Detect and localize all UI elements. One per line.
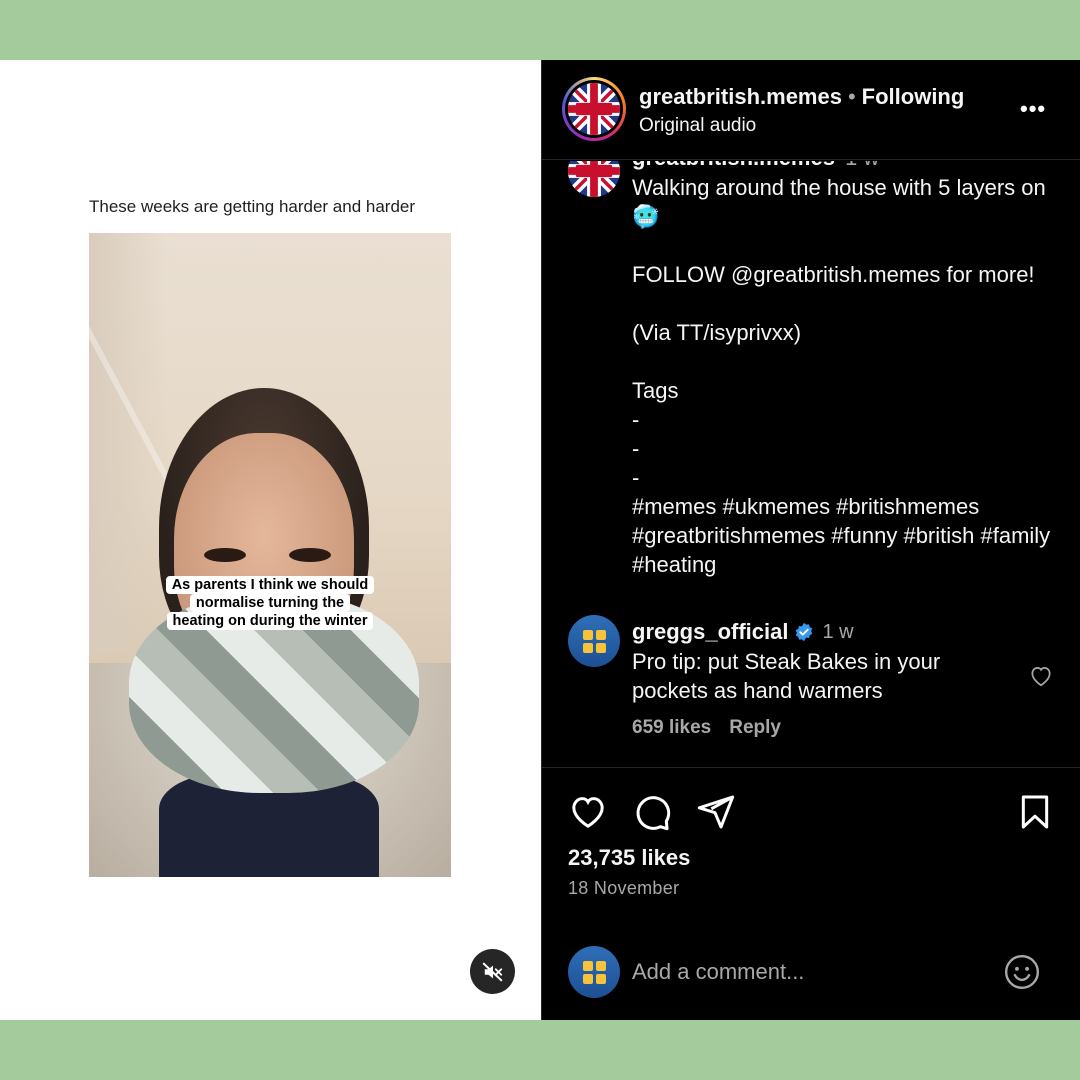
post-header: greatbritish.memes • Following Original au…	[542, 60, 1080, 160]
more-options-button[interactable]: •••	[1020, 96, 1050, 121]
profile-avatar[interactable]	[562, 77, 626, 141]
share-icon[interactable]	[696, 792, 736, 832]
header-separator: •	[847, 84, 856, 109]
comment-reply-button[interactable]: Reply	[729, 717, 781, 738]
video-text-line: As parents I think we should	[165, 576, 375, 594]
post-actions: 23,735 likes 18 November	[542, 767, 1080, 907]
post-date: 18 November	[568, 878, 680, 898]
comment-username-line: greggs_official 1 w	[632, 619, 854, 645]
mute-button[interactable]	[470, 949, 515, 994]
current-user-avatar	[568, 946, 620, 998]
header-username-line: greatbritish.memes • Following	[639, 84, 964, 110]
audio-label[interactable]: Original audio	[639, 115, 756, 137]
video-player[interactable]: As parents I think we should normalise t…	[89, 233, 451, 877]
add-comment-bar	[542, 927, 1080, 1020]
caption-username[interactable]: greatbritish.memes	[632, 161, 835, 170]
caption-username-line: greatbritish.memes 1 w	[632, 161, 879, 171]
heart-icon[interactable]	[568, 792, 608, 832]
caption-avatar[interactable]	[568, 161, 620, 197]
video-text-overlay: As parents I think we should normalise t…	[125, 576, 415, 630]
bookmark-icon[interactable]	[1015, 792, 1055, 832]
comment-likes[interactable]: 659 likes	[632, 717, 711, 738]
instagram-post-panel: greatbritish.memes • Following Original au…	[541, 60, 1080, 1020]
comment-icon[interactable]	[632, 792, 672, 832]
post-like-count[interactable]: 23,735 likes	[568, 845, 690, 871]
screenshot-frame: These weeks are getting harder and harde…	[0, 60, 1080, 1020]
comment-meta: 659 likes Reply	[632, 717, 781, 739]
left-post-panel: These weeks are getting harder and harde…	[0, 60, 541, 1020]
commenter-avatar[interactable]	[568, 615, 620, 667]
following-button[interactable]: Following	[862, 84, 965, 109]
verified-badge-icon	[796, 622, 813, 642]
video-person-eye	[204, 548, 246, 562]
post-caption-text: These weeks are getting harder and harde…	[89, 197, 416, 216]
video-text-line: heating on during the winter	[166, 612, 374, 630]
comment-time: 1 w	[822, 620, 854, 643]
video-person-eye	[289, 548, 331, 562]
comment-like-heart-icon[interactable]	[1028, 663, 1054, 689]
speaker-muted-icon	[482, 962, 502, 981]
more-horizontal-icon: •••	[1020, 96, 1047, 121]
comment-username[interactable]: greggs_official	[632, 619, 788, 645]
comments-scroll-area[interactable]: greatbritish.memes 1 w Walking around the…	[542, 161, 1080, 767]
caption-body: Walking around the house with 5 layers o…	[632, 175, 1051, 577]
emoji-icon[interactable]	[1003, 953, 1041, 991]
union-jack-avatar	[568, 83, 620, 135]
comment-text: Pro tip: put Steak Bakes in your pockets…	[632, 649, 941, 703]
add-comment-input[interactable]	[632, 953, 972, 991]
caption-time: 1 w	[845, 161, 879, 170]
video-text-line: normalise turning the	[189, 594, 351, 612]
header-username[interactable]: greatbritish.memes	[639, 84, 842, 109]
